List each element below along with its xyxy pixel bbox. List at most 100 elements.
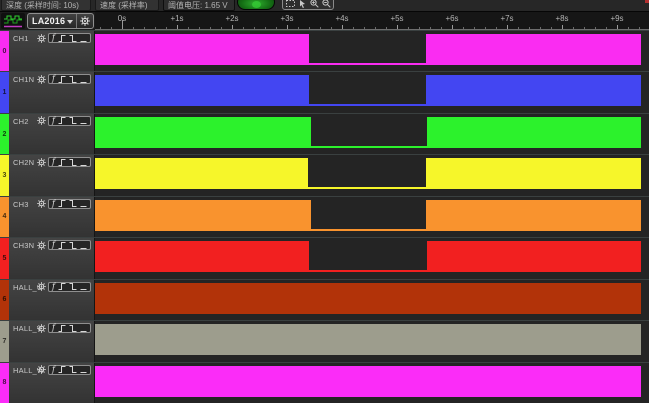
waveform-segment-high — [95, 366, 641, 397]
channel-header-hall_w[interactable]: 8HALL_Wf — [0, 363, 95, 403]
low-level-icon[interactable] — [80, 241, 87, 250]
channel-waveform-ch3[interactable] — [95, 197, 649, 237]
channel-waveform-ch1n[interactable] — [95, 72, 649, 112]
gear-icon[interactable] — [37, 158, 46, 167]
gear-icon[interactable] — [37, 199, 46, 208]
waveform-segment-high — [95, 117, 311, 148]
freq-icon[interactable]: f — [52, 117, 55, 125]
channel-waveform-ch2n[interactable] — [95, 155, 649, 195]
waveform-segment-high — [426, 75, 641, 106]
channel-waveform-hall_u[interactable] — [95, 280, 649, 320]
channel-index: 7 — [3, 338, 7, 345]
waveform-segment-high — [426, 200, 641, 231]
falling-edge-icon[interactable] — [69, 116, 77, 125]
channel-header-hall_u[interactable]: 6HALL_Uf — [0, 280, 95, 320]
channel-color-stripe: 5 — [0, 238, 9, 278]
freq-icon[interactable]: f — [52, 75, 55, 83]
channel-waveform-hall_w[interactable] — [95, 363, 649, 403]
gear-icon[interactable] — [37, 34, 46, 43]
freq-icon[interactable]: f — [52, 324, 55, 332]
low-level-icon[interactable] — [80, 324, 87, 333]
low-level-icon[interactable] — [80, 158, 87, 167]
selection-box-icon[interactable] — [285, 0, 295, 8]
window-corner-accent — [645, 0, 649, 3]
rising-edge-icon[interactable] — [58, 116, 66, 125]
waveform-segment-high — [95, 200, 311, 231]
freq-icon[interactable]: f — [52, 241, 55, 249]
freq-icon[interactable]: f — [52, 366, 55, 374]
falling-edge-icon[interactable] — [69, 34, 77, 43]
device-selector[interactable]: LA2016 — [27, 13, 94, 29]
channel-header-ch1[interactable]: 0CH1f — [0, 31, 95, 71]
freq-icon[interactable]: f — [52, 200, 55, 208]
ruler-tick — [199, 27, 200, 29]
channel-header-ch2[interactable]: 2CH2f — [0, 114, 95, 154]
gear-icon[interactable] — [37, 324, 46, 333]
ruler-tick — [287, 25, 288, 29]
rising-edge-icon[interactable] — [58, 324, 66, 333]
channel-name: CH3 — [13, 200, 29, 209]
sample-rate-chip[interactable]: 速度 (采样率) — [95, 0, 159, 11]
channel-row-ch2n: 3CH2Nf — [0, 154, 649, 195]
channel-index: 0 — [3, 48, 7, 55]
gear-icon[interactable] — [37, 116, 46, 125]
channel-waveform-ch1[interactable] — [95, 31, 649, 71]
falling-edge-icon[interactable] — [69, 365, 77, 374]
ruler-tick-label: +7s — [496, 14, 518, 23]
gear-icon[interactable] — [37, 241, 46, 250]
sample-depth-chip[interactable]: 深度 (采样时间: 10s) — [1, 0, 91, 11]
channel-waveform-hall_v[interactable] — [95, 321, 649, 361]
sample-rate-label: 速度 (采样率) — [100, 0, 148, 11]
waveform-segment-high — [95, 324, 641, 355]
zoom-in-icon[interactable] — [309, 0, 319, 8]
freq-icon[interactable]: f — [52, 283, 55, 291]
cursor-icon[interactable] — [297, 0, 307, 8]
rising-edge-icon[interactable] — [58, 365, 66, 374]
falling-edge-icon[interactable] — [69, 324, 77, 333]
ruler-tick — [496, 27, 497, 29]
ruler-tick-label: +5s — [386, 14, 408, 23]
rising-edge-icon[interactable] — [58, 282, 66, 291]
channel-header-ch3n[interactable]: 5CH3Nf — [0, 238, 95, 278]
falling-edge-icon[interactable] — [69, 75, 77, 84]
channel-header-ch1n[interactable]: 1CH1Nf — [0, 72, 95, 112]
gear-icon[interactable] — [37, 282, 46, 291]
rising-edge-icon[interactable] — [58, 75, 66, 84]
channel-trigger-pill: f — [48, 74, 91, 84]
channel-waveform-ch2[interactable] — [95, 114, 649, 154]
channel-header-hall_v[interactable]: 7HALL_Vf — [0, 321, 95, 361]
low-level-icon[interactable] — [80, 282, 87, 291]
falling-edge-icon[interactable] — [69, 199, 77, 208]
channel-waveform-ch3n[interactable] — [95, 238, 649, 278]
ruler-tick — [265, 27, 266, 29]
device-settings-gear-icon[interactable] — [77, 16, 93, 26]
low-level-icon[interactable] — [80, 116, 87, 125]
rising-edge-icon[interactable] — [58, 34, 66, 43]
waveform-segment-high — [426, 158, 641, 189]
low-level-icon[interactable] — [80, 75, 87, 84]
low-level-icon[interactable] — [80, 34, 87, 43]
channel-icon-group: f — [37, 199, 91, 209]
low-level-icon[interactable] — [80, 365, 87, 374]
freq-icon[interactable]: f — [52, 158, 55, 166]
falling-edge-icon[interactable] — [69, 282, 77, 291]
gear-icon[interactable] — [37, 75, 46, 84]
ruler-tick — [122, 20, 123, 29]
channel-header-ch2n[interactable]: 3CH2Nf — [0, 155, 95, 195]
ruler-tick — [551, 27, 552, 29]
rising-edge-icon[interactable] — [58, 158, 66, 167]
rising-edge-icon[interactable] — [58, 199, 66, 208]
channel-header-ch3[interactable]: 4CH3f — [0, 197, 95, 237]
falling-edge-icon[interactable] — [69, 241, 77, 250]
ruler-tick — [562, 25, 563, 29]
gear-icon[interactable] — [37, 365, 46, 374]
time-ruler[interactable]: 0s+1s+2s+3s+4s+5s+6s+7s+8s+9s — [95, 12, 649, 30]
zoom-out-icon[interactable] — [321, 0, 331, 8]
threshold-voltage-chip[interactable]: 阈值电压: 1.65 V — [163, 0, 235, 11]
falling-edge-icon[interactable] — [69, 158, 77, 167]
ruler-tick — [155, 27, 156, 29]
freq-icon[interactable]: f — [52, 34, 55, 42]
rising-edge-icon[interactable] — [58, 241, 66, 250]
start-capture-button[interactable] — [237, 0, 275, 10]
low-level-icon[interactable] — [80, 199, 87, 208]
